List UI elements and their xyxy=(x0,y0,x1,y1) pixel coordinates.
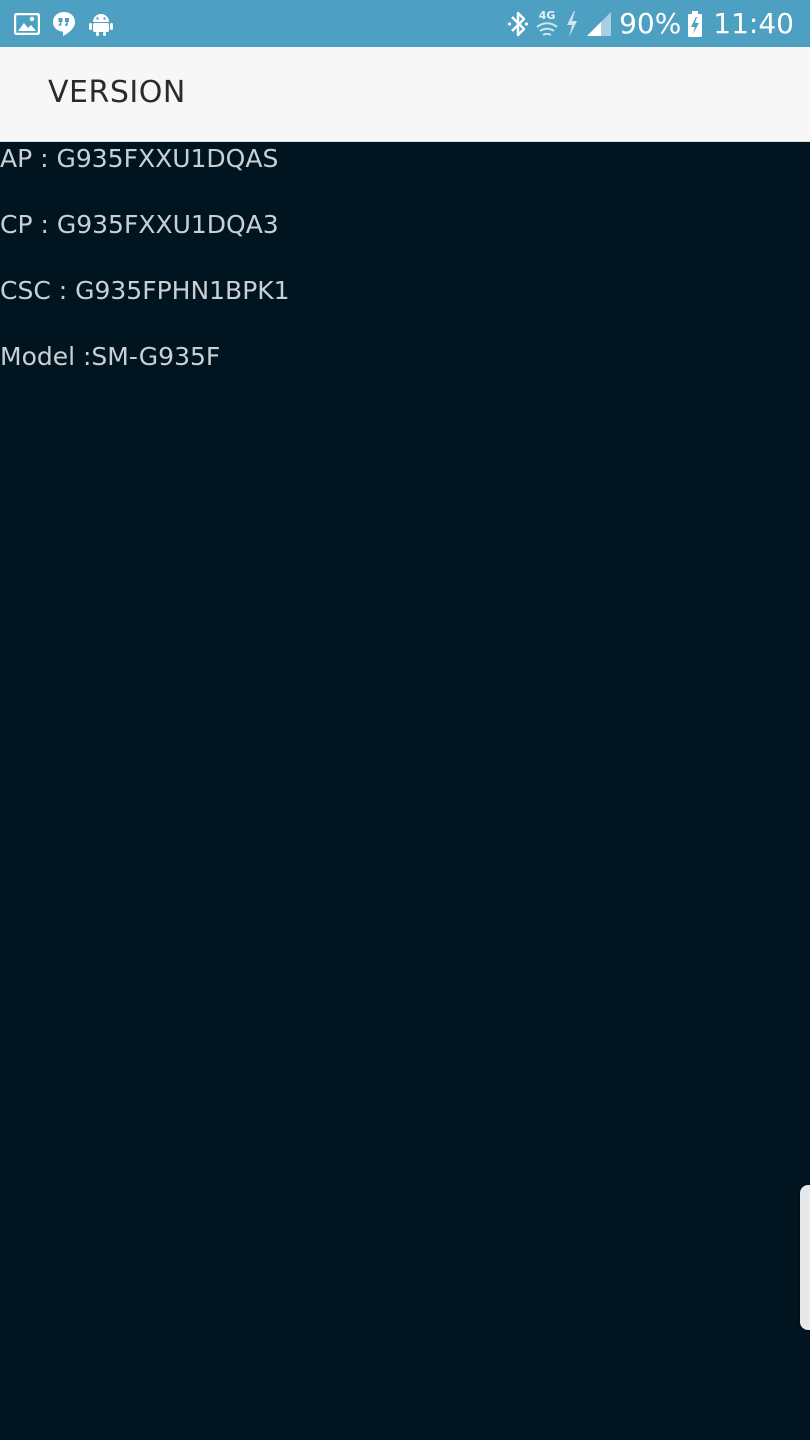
page-title: VERSION xyxy=(48,75,186,110)
status-notification-icons xyxy=(14,10,114,38)
signal-icon xyxy=(585,10,613,38)
edge-panel-handle[interactable] xyxy=(800,1185,810,1330)
app-bar: VERSION xyxy=(0,47,810,142)
version-line-ap: AP : G935FXXU1DQAS xyxy=(0,144,279,173)
version-info-list: AP : G935FXXU1DQAS CP : G935FXXU1DQA3 CS… xyxy=(0,142,290,406)
version-line-model: Model :SM-G935F xyxy=(0,342,221,371)
android-icon xyxy=(88,12,114,36)
lte-charging-icon xyxy=(565,10,579,38)
hangouts-icon xyxy=(52,11,76,37)
battery-percent: 90% xyxy=(619,7,682,40)
status-bar: 4G 90% 11:40 xyxy=(0,0,810,47)
gallery-icon xyxy=(14,13,40,35)
version-line-cp: CP : G935FXXU1DQA3 xyxy=(0,210,279,239)
version-info-panel[interactable]: AP : G935FXXU1DQAS CP : G935FXXU1DQA3 CS… xyxy=(0,142,810,1440)
clock: 11:40 xyxy=(713,7,794,40)
status-system-icons: 4G 90% 11:40 xyxy=(507,6,794,42)
network-type-label: 4G xyxy=(538,8,556,22)
version-line-csc: CSC : G935FPHN1BPK1 xyxy=(0,276,290,305)
wifi-icon: 4G xyxy=(535,10,559,39)
battery-charging-icon xyxy=(687,10,703,38)
bluetooth-icon xyxy=(507,10,529,38)
